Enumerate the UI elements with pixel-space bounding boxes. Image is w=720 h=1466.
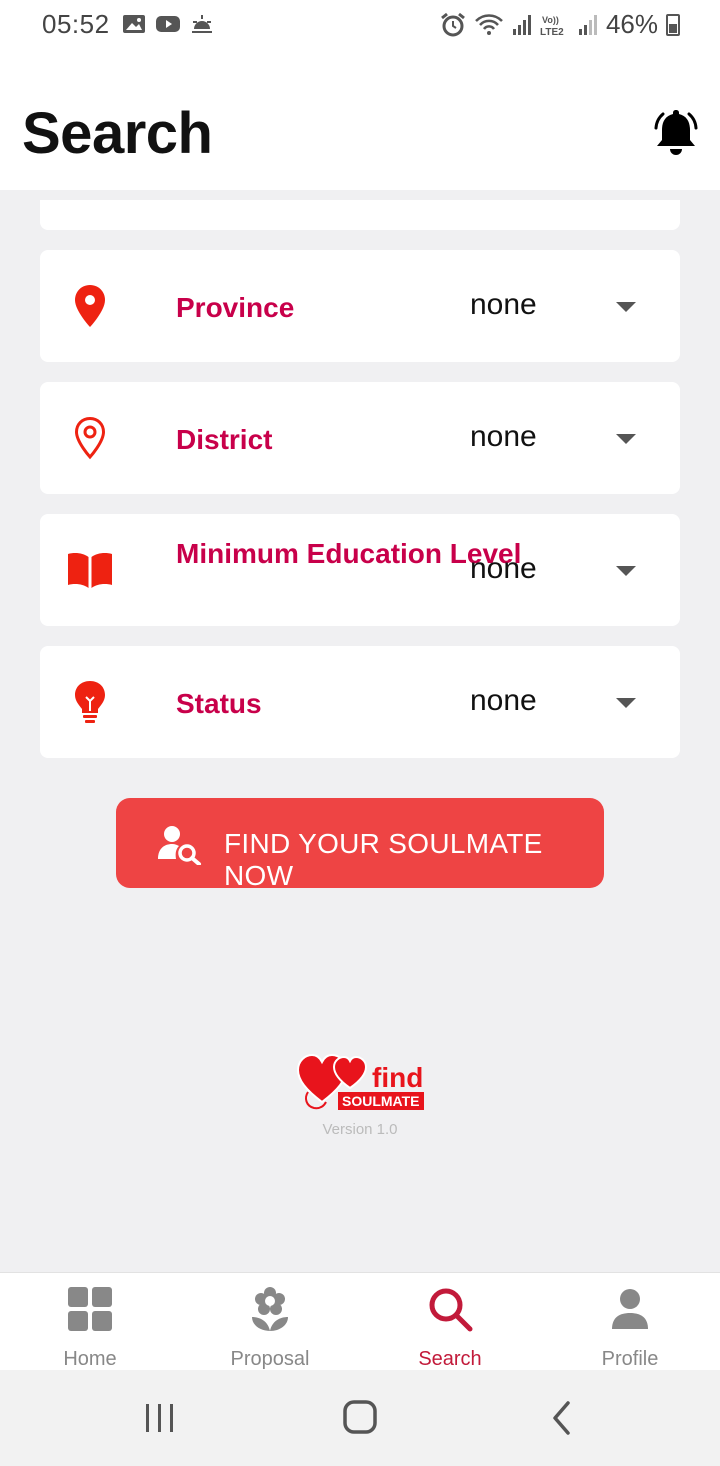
filter-label-status: Status <box>176 688 262 719</box>
logo-text-soulmate: SOULMATE <box>338 1092 424 1110</box>
map-pin-outline-icon <box>64 414 116 462</box>
bell-icon[interactable] <box>650 106 702 158</box>
svg-text:LTE2: LTE2 <box>540 27 564 37</box>
gallery-icon <box>123 15 145 33</box>
recent-apps-icon[interactable] <box>138 1400 182 1436</box>
province-select-value[interactable]: none <box>470 288 537 322</box>
flower-icon <box>252 1287 288 1331</box>
nav-home[interactable]: Home <box>0 1273 180 1371</box>
filter-label-province: Province <box>176 292 295 323</box>
status-left-icons <box>122 13 214 35</box>
page-title: Search <box>22 101 213 166</box>
home-system-icon[interactable] <box>338 1400 382 1436</box>
nav-profile-label: Profile <box>601 1348 659 1370</box>
bottom-nav: Home Proposal Search Profile <box>0 1272 720 1370</box>
book-icon <box>64 546 116 594</box>
chevron-down-icon[interactable] <box>616 698 636 708</box>
education-select-value[interactable]: none <box>470 552 537 586</box>
person-icon <box>612 1289 648 1329</box>
search-icon <box>429 1288 473 1332</box>
map-marker-icon <box>64 282 116 330</box>
find-soulmate-button[interactable]: FIND YOUR SOULMATE NOW <box>116 798 604 891</box>
signal-icon <box>512 14 531 35</box>
nav-profile[interactable]: Profile <box>540 1273 720 1371</box>
back-icon[interactable] <box>540 1400 584 1436</box>
app-logo: find SOULMATE <box>296 1048 426 1116</box>
volte-icon: Vo)) LTE2 <box>540 15 564 37</box>
filter-label-district: District <box>176 424 273 455</box>
app-header: Search <box>0 50 720 190</box>
alarm-icon <box>441 12 465 36</box>
youtube-icon <box>156 16 180 32</box>
logo-text-find: find <box>372 1062 424 1093</box>
filter-district[interactable]: District none <box>40 382 680 494</box>
status-right-icons: Vo)) LTE2 46% <box>440 9 680 40</box>
svg-text:Vo)): Vo)) <box>542 15 559 25</box>
user-search-icon <box>158 826 201 865</box>
chevron-down-icon[interactable] <box>616 434 636 444</box>
filter-card-partial[interactable] <box>40 200 680 230</box>
grid-icon <box>68 1287 112 1331</box>
wifi-icon <box>475 13 503 35</box>
nav-search[interactable]: Search <box>360 1273 540 1371</box>
chevron-down-icon[interactable] <box>616 302 636 312</box>
signal-icon <box>578 14 597 35</box>
find-soulmate-label: FIND YOUR SOULMATE NOW <box>224 828 543 891</box>
filter-status[interactable]: Status none <box>40 646 680 758</box>
battery-percent: 46% <box>605 9 658 39</box>
status-time: 05:52 <box>42 9 110 39</box>
nav-home-label: Home <box>63 1348 117 1370</box>
status-bar: 05:52 Vo)) LTE2 46% <box>0 0 720 50</box>
status-select-value[interactable]: none <box>470 684 537 718</box>
battery-icon <box>666 13 680 36</box>
district-select-value[interactable]: none <box>470 420 537 454</box>
chevron-down-icon[interactable] <box>616 566 636 576</box>
filter-education[interactable]: Minimum Education Level none <box>40 514 680 626</box>
nav-search-label: Search <box>418 1348 482 1370</box>
nav-proposal[interactable]: Proposal <box>180 1273 360 1371</box>
filter-province[interactable]: Province none <box>40 250 680 362</box>
system-nav-bar <box>0 1370 720 1466</box>
version-label: Version 1.0 <box>322 1121 398 1138</box>
weather-icon <box>192 15 212 33</box>
lightbulb-icon <box>64 678 116 726</box>
nav-proposal-label: Proposal <box>230 1348 310 1370</box>
